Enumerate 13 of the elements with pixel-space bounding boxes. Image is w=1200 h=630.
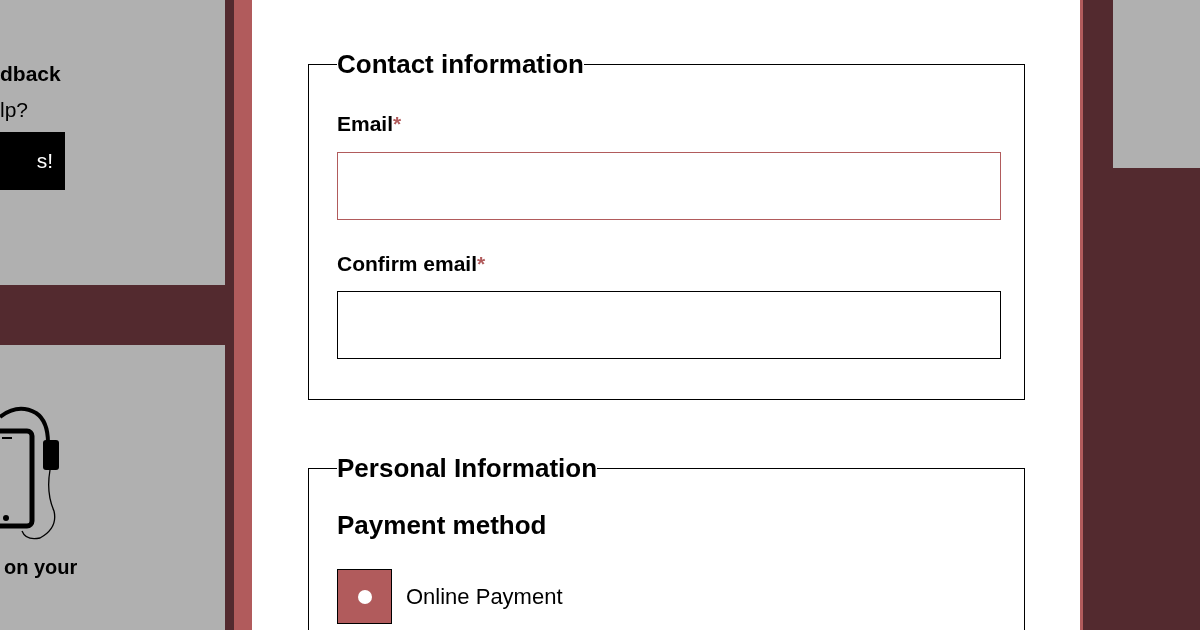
field-label: Email* — [337, 111, 403, 137]
radio-button[interactable] — [337, 569, 392, 624]
fieldset-legend: Contact information — [337, 48, 584, 80]
feedback-button[interactable]: s! — [0, 132, 65, 190]
section-heading: Payment method — [337, 509, 548, 542]
feedback-heading: dback — [0, 61, 62, 87]
fieldset-legend: Personal Information — [337, 452, 598, 484]
app-heading: on your — [4, 555, 79, 579]
input-field[interactable] — [337, 151, 1001, 220]
feedback-question: lp? — [0, 97, 30, 123]
field-label: Confirm email* — [337, 250, 487, 277]
option-label: Online Payment — [406, 583, 563, 611]
input-field[interactable] — [337, 291, 1001, 359]
